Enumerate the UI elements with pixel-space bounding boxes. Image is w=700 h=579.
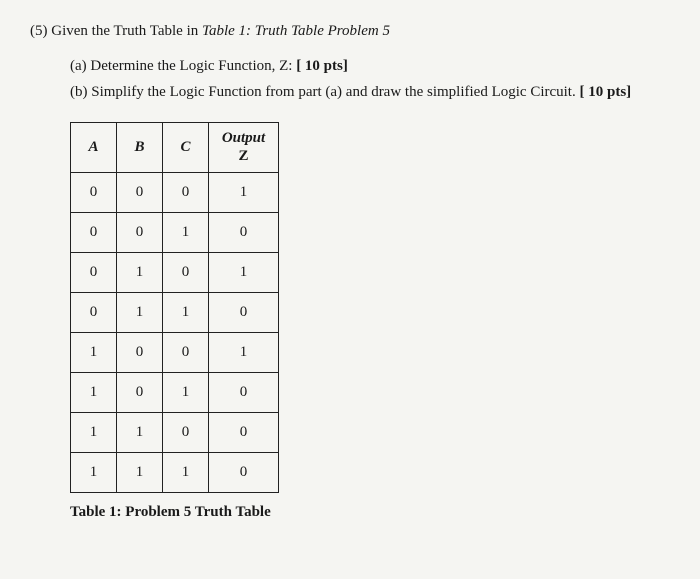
table-row: 1 1 1 0 (71, 452, 279, 492)
cell-A: 1 (71, 452, 117, 492)
table-row: 1 0 1 0 (71, 372, 279, 412)
cell-Z: 1 (209, 172, 279, 212)
cell-B: 1 (117, 452, 163, 492)
subparts: (a) Determine the Logic Function, Z: [ 1… (70, 55, 670, 104)
col-header-C: C (163, 122, 209, 172)
cell-B: 0 (117, 372, 163, 412)
cell-A: 0 (71, 292, 117, 332)
cell-B: 0 (117, 212, 163, 252)
part-a-points: [ 10 pts] (296, 58, 348, 74)
part-b-text: Simplify the Logic Function from part (a… (91, 84, 579, 100)
part-a-label: (a) (70, 58, 87, 74)
problem-table-ref: Table 1: Truth Table Problem 5 (202, 23, 390, 39)
output-z: Z (210, 147, 277, 165)
cell-A: 1 (71, 332, 117, 372)
cell-C: 1 (163, 452, 209, 492)
part-a: (a) Determine the Logic Function, Z: [ 1… (70, 55, 670, 78)
cell-B: 1 (117, 292, 163, 332)
cell-B: 0 (117, 172, 163, 212)
part-b-label: (b) (70, 84, 88, 100)
cell-A: 0 (71, 252, 117, 292)
table-row: 0 1 1 0 (71, 292, 279, 332)
part-a-text: Determine the Logic Function, Z: (90, 58, 296, 74)
cell-Z: 0 (209, 372, 279, 412)
cell-A: 0 (71, 172, 117, 212)
cell-Z: 0 (209, 212, 279, 252)
cell-Z: 0 (209, 412, 279, 452)
cell-B: 1 (117, 252, 163, 292)
cell-Z: 0 (209, 292, 279, 332)
problem-intro-text: Given the Truth Table in (51, 23, 202, 39)
table-header-row: A B C Output Z (71, 122, 279, 172)
problem-number: (5) (30, 23, 48, 39)
part-b-points: [ 10 pts] (579, 84, 631, 100)
cell-A: 1 (71, 372, 117, 412)
part-b: (b) Simplify the Logic Function from par… (70, 81, 670, 104)
cell-C: 1 (163, 212, 209, 252)
cell-C: 0 (163, 412, 209, 452)
truth-table: A B C Output Z 0 0 0 1 0 0 1 0 0 1 0 1 (70, 122, 279, 493)
cell-C: 1 (163, 372, 209, 412)
output-label: Output (222, 130, 265, 146)
cell-C: 0 (163, 252, 209, 292)
table-row: 1 0 0 1 (71, 332, 279, 372)
cell-Z: 1 (209, 252, 279, 292)
cell-C: 0 (163, 172, 209, 212)
col-header-A: A (71, 122, 117, 172)
table-row: 1 1 0 0 (71, 412, 279, 452)
cell-A: 1 (71, 412, 117, 452)
table-row: 0 0 1 0 (71, 212, 279, 252)
cell-A: 0 (71, 212, 117, 252)
problem-statement: (5) Given the Truth Table in Table 1: Tr… (30, 20, 670, 43)
table-row: 0 0 0 1 (71, 172, 279, 212)
cell-Z: 0 (209, 452, 279, 492)
col-header-B: B (117, 122, 163, 172)
col-header-output: Output Z (209, 122, 279, 172)
cell-Z: 1 (209, 332, 279, 372)
table-caption: Table 1: Problem 5 Truth Table (70, 501, 670, 524)
cell-B: 1 (117, 412, 163, 452)
cell-C: 1 (163, 292, 209, 332)
cell-C: 0 (163, 332, 209, 372)
cell-B: 0 (117, 332, 163, 372)
table-row: 0 1 0 1 (71, 252, 279, 292)
